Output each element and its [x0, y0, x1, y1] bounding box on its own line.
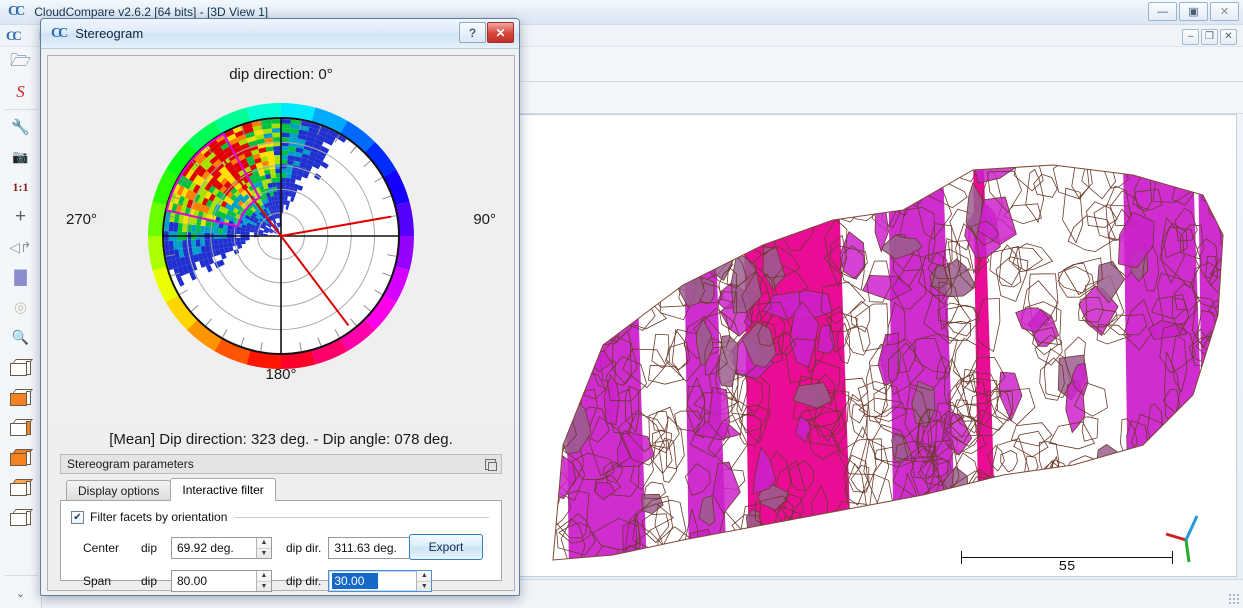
wrench-icon[interactable]: 🔧: [1, 112, 41, 142]
span-dipdir-label: dip dir.: [286, 574, 322, 588]
main-window-controls: — ▣ ✕: [1148, 2, 1239, 21]
left-vertical-toolbar: 🗁 S 🔧 📷 1:1 + ◁↱ ▇ ◎ 🔍 ⌄: [0, 47, 42, 608]
stereogram-dialog[interactable]: CC Stereogram ? ✕ dip direction: 0° 270°…: [40, 18, 520, 596]
mdi-minimize-button[interactable]: –: [1182, 28, 1199, 45]
stereogram-label-north: dip direction: 0°: [229, 66, 333, 83]
parameters-title: Stereogram parameters: [67, 457, 194, 471]
center-dipdir-value[interactable]: 311.63 deg.: [329, 538, 413, 558]
mean-orientation-text: [Mean] Dip direction: 323 deg. - Dip ang…: [109, 431, 453, 448]
center-row: Center dip 69.92 deg. ▲ ▼ dip dir. 311.63…: [83, 537, 430, 559]
view-bottom-icon[interactable]: [1, 502, 41, 532]
filter-checkbox-row: ✔ Filter facets by orientation: [71, 510, 489, 524]
help-button[interactable]: ?: [459, 22, 486, 43]
center-dip-arrows[interactable]: ▲ ▼: [256, 538, 271, 558]
spin-down-icon: ▼: [260, 549, 268, 557]
axis-gizmo: [1165, 515, 1199, 563]
group-rule: [235, 516, 489, 518]
stereogram-parameters-group: Stereogram parameters Display options In…: [60, 454, 502, 592]
view-left-icon[interactable]: [1, 412, 41, 442]
menubar-logo-icon: CC: [6, 27, 22, 43]
span-dip-arrows[interactable]: ▲ ▼: [256, 571, 271, 591]
scale-bar: 55: [961, 547, 1173, 575]
axis-z: [1184, 515, 1199, 541]
center-dip-label: dip: [141, 541, 158, 555]
filter-facets-checkbox[interactable]: ✔: [71, 510, 84, 524]
view-right-icon[interactable]: [1, 442, 41, 472]
parameters-header: Stereogram parameters: [60, 454, 502, 474]
spin-down-icon: ▼: [420, 582, 428, 590]
view-front-icon[interactable]: [1, 352, 41, 382]
open-file-icon[interactable]: 🗁: [1, 47, 41, 77]
view-back-icon[interactable]: [1, 382, 41, 412]
mdi-close-button[interactable]: ✕: [1220, 28, 1237, 45]
magnifier-icon[interactable]: 🔍: [1, 322, 41, 352]
toolbar-divider: [3, 109, 38, 110]
span-dipdir-value[interactable]: 30.00: [332, 573, 379, 589]
filter-facets-label: Filter facets by orientation: [90, 510, 228, 524]
mdi-child-controls: – ❐ ✕: [981, 26, 1243, 47]
span-dip-spinbox[interactable]: 80.00 ▲ ▼: [171, 570, 272, 592]
maximize-button[interactable]: ▣: [1179, 2, 1208, 21]
tab-display-options[interactable]: Display options: [66, 480, 172, 501]
cloudcompare-window: CC CloudCompare v2.6.2 [64 bits] - [3D V…: [0, 0, 1243, 608]
minimize-button[interactable]: —: [1148, 2, 1177, 21]
span-dipdir-spinbox[interactable]: 30.00 ▲ ▼: [328, 570, 433, 592]
spin-up-icon: ▲: [417, 571, 432, 582]
tab-interactive-filter[interactable]: Interactive filter: [170, 478, 276, 501]
main-window-title: CloudCompare v2.6.2 [64 bits] - [3D View…: [34, 5, 269, 19]
center-dip-spinbox[interactable]: 69.92 deg. ▲ ▼: [171, 537, 272, 559]
resize-grip-icon[interactable]: [1228, 593, 1240, 605]
stereogram-plot[interactable]: dip direction: 0° 270° 90° 180° [Mean] D…: [48, 56, 514, 448]
polyline-icon[interactable]: S: [1, 77, 41, 107]
tabstrip: Display options Interactive filter: [60, 478, 502, 501]
camera-icon[interactable]: 📷: [1, 142, 41, 172]
spin-down-icon: ▼: [260, 582, 268, 590]
dialog-titlebar: CC Stereogram ? ✕: [41, 19, 519, 49]
mdi-restore-button[interactable]: ❐: [1201, 28, 1218, 45]
spin-up-icon: ▲: [257, 538, 271, 549]
outcrop-body: [553, 165, 1223, 560]
scale-bar-label: 55: [1058, 559, 1076, 575]
cube-color-icon[interactable]: ▇: [1, 262, 41, 292]
view-top-icon[interactable]: [1, 472, 41, 502]
stereogram-svg: [147, 102, 414, 369]
dialog-logo-icon: CC: [51, 25, 68, 41]
center-dip-value[interactable]: 69.92 deg.: [172, 538, 256, 558]
pivot-rotate-icon[interactable]: ◁↱: [1, 232, 41, 262]
axis-x: [1165, 532, 1187, 542]
span-row: Span dip 80.00 ▲ ▼ dip dir. 30.00 ▲ ▼: [83, 570, 433, 592]
scale-bar-line: [961, 557, 1173, 558]
interactive-filter-panel: ✔ Filter facets by orientation Center di…: [60, 500, 502, 592]
span-dipdir-arrows[interactable]: ▲ ▼: [416, 571, 432, 591]
export-button[interactable]: Export: [409, 534, 483, 560]
toolbar-divider-bottom: [3, 575, 38, 576]
crosshair-icon[interactable]: +: [1, 202, 41, 232]
center-dipdir-label: dip dir.: [286, 541, 322, 555]
dialog-close-button[interactable]: ✕: [487, 22, 514, 43]
close-button[interactable]: ✕: [1210, 2, 1239, 21]
span-dip-value[interactable]: 80.00: [172, 571, 256, 591]
axis-y: [1184, 539, 1191, 563]
dialog-title: Stereogram: [75, 26, 144, 41]
dialog-body: dip direction: 0° 270° 90° 180° [Mean] D…: [47, 55, 515, 592]
cloudcompare-logo-icon: CC: [8, 4, 25, 19]
dialog-window-controls: ? ✕: [459, 22, 514, 43]
zoom-1-1-icon[interactable]: 1:1: [1, 172, 41, 202]
span-dip-label: dip: [141, 574, 158, 588]
light-source-icon[interactable]: ◎: [1, 292, 41, 322]
span-row-label: Span: [83, 574, 112, 588]
spin-up-icon: ▲: [257, 571, 271, 582]
chevron-down-icon[interactable]: ⌄: [1, 578, 41, 608]
undock-icon[interactable]: [485, 459, 497, 471]
center-row-label: Center: [83, 541, 120, 555]
